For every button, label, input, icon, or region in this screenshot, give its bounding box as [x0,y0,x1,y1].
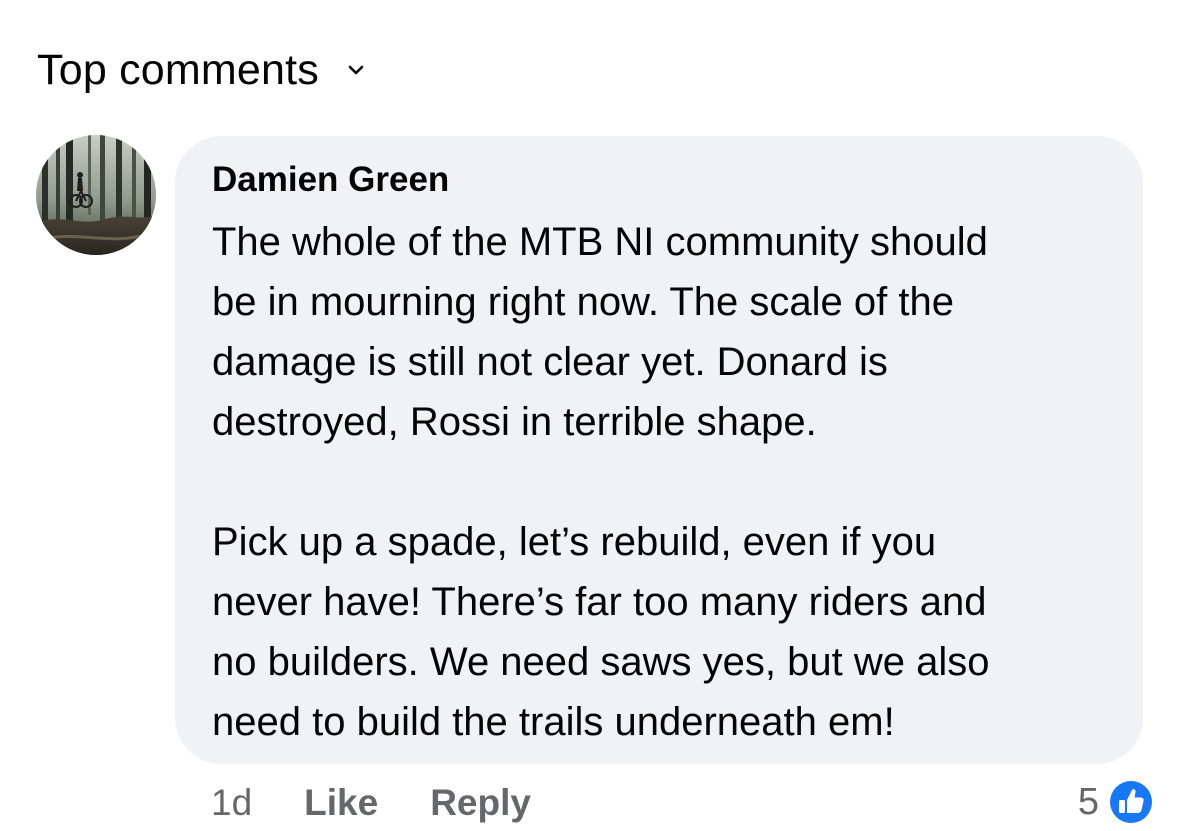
reaction-count: 5 [1077,780,1099,823]
comment-bubble: Damien Green The whole of the MTB NI com… [175,136,1143,764]
like-thumbs-up-icon [1107,778,1155,826]
comment-paragraph: Pick up a spade, let’s rebuild, even if … [212,520,990,744]
comment-actions: 1d Like Reply [211,779,531,827]
comment-text: The whole of the MTB NI community should… [212,212,1132,752]
comment-sort-dropdown[interactable]: Top comments [37,44,365,96]
like-button[interactable]: Like [304,782,378,824]
comment-author[interactable]: Damien Green [212,160,449,200]
sort-label: Top comments [37,45,320,94]
reply-button[interactable]: Reply [430,782,531,824]
comment-paragraph: The whole of the MTB NI community should… [212,220,988,444]
comment-timestamp[interactable]: 1d [211,782,252,824]
avatar[interactable] [36,135,156,255]
chevron-down-icon [347,61,365,79]
reaction-summary[interactable]: 5 [1078,776,1155,828]
